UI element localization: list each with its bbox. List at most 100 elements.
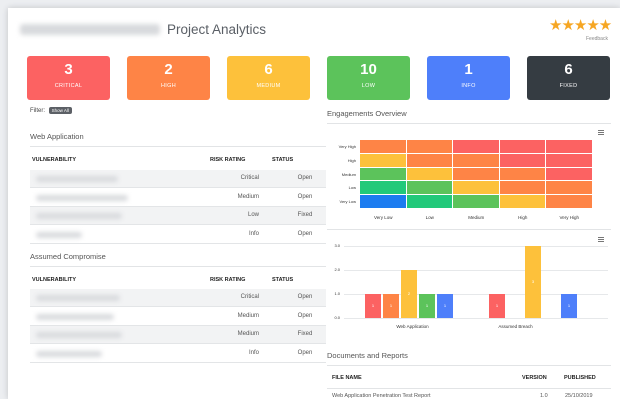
heatmap-cell[interactable] xyxy=(453,153,499,167)
stat-label: FIXED xyxy=(559,83,578,89)
bar-chart-y-tick: 3.0 xyxy=(334,243,340,248)
blurred-vulnerability-name xyxy=(36,231,82,238)
heatmap-cell[interactable] xyxy=(453,181,499,195)
risk-rating: Critical xyxy=(240,175,259,181)
show-all-button[interactable]: Show All xyxy=(48,107,72,114)
heatmap-cell[interactable] xyxy=(499,167,545,181)
heatmap-cell[interactable] xyxy=(406,167,452,181)
divider xyxy=(327,229,611,230)
col-status: STATUS xyxy=(272,277,294,283)
risk-rating: Info xyxy=(248,230,259,237)
table-row[interactable]: Medium Open xyxy=(30,189,326,207)
stat-label: LOW xyxy=(361,83,376,89)
bar-value-label: 1 xyxy=(425,303,429,308)
heatmap-y-label: Very High xyxy=(338,144,356,149)
heatmap-y-label: Medium xyxy=(341,171,356,177)
table-row[interactable]: Info Open xyxy=(30,226,326,244)
col-status: STATUS xyxy=(272,157,294,163)
stat-card-low[interactable]: 10 LOW xyxy=(327,56,410,100)
document-published: 25/10/2019 xyxy=(565,393,593,399)
table-row[interactable]: Low Fixed xyxy=(30,207,326,225)
heatmap-cell[interactable] xyxy=(360,140,406,153)
stat-value: 10 xyxy=(360,61,377,78)
table-row[interactable]: Critical Open xyxy=(30,170,326,188)
heatmap-cell[interactable] xyxy=(453,167,499,181)
feedback-link[interactable]: Feedback xyxy=(586,36,608,42)
stat-value: 6 xyxy=(264,61,273,78)
heatmap-cell[interactable] xyxy=(360,195,406,208)
heatmap-cell[interactable] xyxy=(546,140,592,153)
heatmap-cell[interactable] xyxy=(453,195,499,208)
heatmap-cell[interactable] xyxy=(546,181,592,195)
status-value: Open xyxy=(297,193,313,200)
bar-value-label: 2 xyxy=(407,291,411,296)
stat-card-critical[interactable]: 3 CRITICAL xyxy=(27,56,110,100)
stat-label: MEDIUM xyxy=(256,83,281,89)
blurred-vulnerability-name xyxy=(36,313,114,320)
risk-rating: Medium xyxy=(237,331,259,337)
heatmap-cell[interactable] xyxy=(360,153,406,167)
status-value: Open xyxy=(297,230,313,237)
divider xyxy=(327,388,611,389)
heatmap-cell[interactable] xyxy=(499,181,545,195)
heatmap-cell[interactable] xyxy=(406,181,452,195)
heatmap-x-label: Medium xyxy=(468,215,485,220)
table-row[interactable]: Medium Fixed xyxy=(30,326,326,344)
col-risk-rating: RISK RATING xyxy=(210,277,246,283)
documents-title: Documents and Reports xyxy=(327,351,408,360)
project-analytics-panel: Project Analytics ★★★★★ Feedback 3 CRITIC… xyxy=(8,8,620,399)
heatmap-cell[interactable] xyxy=(546,153,592,167)
heatmap-cell[interactable] xyxy=(546,167,592,181)
blurred-vulnerability-name xyxy=(36,350,102,357)
heatmap-x-label: Very High xyxy=(559,215,579,220)
stat-card-fixed[interactable]: 6 FIXED xyxy=(527,56,610,100)
bar-value-label: 1 xyxy=(443,303,447,308)
heatmap-cell[interactable] xyxy=(360,167,406,181)
stat-label: HIGH xyxy=(161,83,176,89)
heatmap-cell[interactable] xyxy=(453,140,499,153)
document-version: 1.0 xyxy=(540,393,548,399)
bar-chart-menu-icon[interactable] xyxy=(598,237,604,242)
heatmap-cell[interactable] xyxy=(499,153,545,167)
heatmap-cell[interactable] xyxy=(499,140,545,153)
col-file-name: FILE NAME xyxy=(332,375,362,381)
heatmap-x-label: Low xyxy=(425,215,434,220)
filter-label: Filter: xyxy=(30,108,45,115)
status-value: Fixed xyxy=(297,212,313,218)
risk-rating: Low xyxy=(247,212,259,218)
heatmap-cell[interactable] xyxy=(406,140,452,153)
heatmap-menu-icon[interactable] xyxy=(598,130,604,135)
table-row[interactable]: Info Open xyxy=(30,345,326,363)
risk-rating: Critical xyxy=(240,294,259,300)
col-risk-rating: RISK RATING xyxy=(210,157,246,163)
page-title: Project Analytics xyxy=(167,22,267,37)
heatmap-cell[interactable] xyxy=(546,195,592,208)
heatmap-cell[interactable] xyxy=(499,195,545,208)
bar-value-label: 1 xyxy=(495,303,499,308)
stat-card-high[interactable]: 2 HIGH xyxy=(127,56,210,100)
stat-card-medium[interactable]: 6 MEDIUM xyxy=(227,56,310,100)
filter-bar: Filter: Show All xyxy=(30,107,72,114)
table-row[interactable]: Medium Open xyxy=(30,308,326,326)
document-file-link[interactable]: Web Application Penetration Test Report xyxy=(332,393,431,399)
col-vulnerability: VULNERABILITY xyxy=(32,277,76,283)
bar-chart-gridline xyxy=(344,318,608,319)
blurred-vulnerability-name xyxy=(36,332,122,338)
heatmap-cell[interactable] xyxy=(406,195,452,208)
stat-label: INFO xyxy=(461,83,476,89)
table-row[interactable]: Critical Open xyxy=(30,289,326,307)
bar-chart-y-tick: 2.0 xyxy=(334,267,340,272)
bar-chart-y-tick: 0.0 xyxy=(334,315,340,320)
stat-value: 3 xyxy=(64,61,73,78)
heatmap-y-label: Very Low xyxy=(339,199,356,205)
heatmap-cell[interactable] xyxy=(406,153,452,167)
blurred-vulnerability-name xyxy=(36,176,118,182)
rating-stars[interactable]: ★★★★★ xyxy=(549,16,612,34)
risk-rating: Medium xyxy=(237,312,259,319)
heatmap-cell[interactable] xyxy=(360,181,406,195)
blurred-vulnerability-name xyxy=(36,295,120,301)
stat-card-info[interactable]: 1 INFO xyxy=(427,56,510,100)
divider xyxy=(30,266,326,267)
divider xyxy=(30,146,326,147)
divider xyxy=(327,365,611,366)
